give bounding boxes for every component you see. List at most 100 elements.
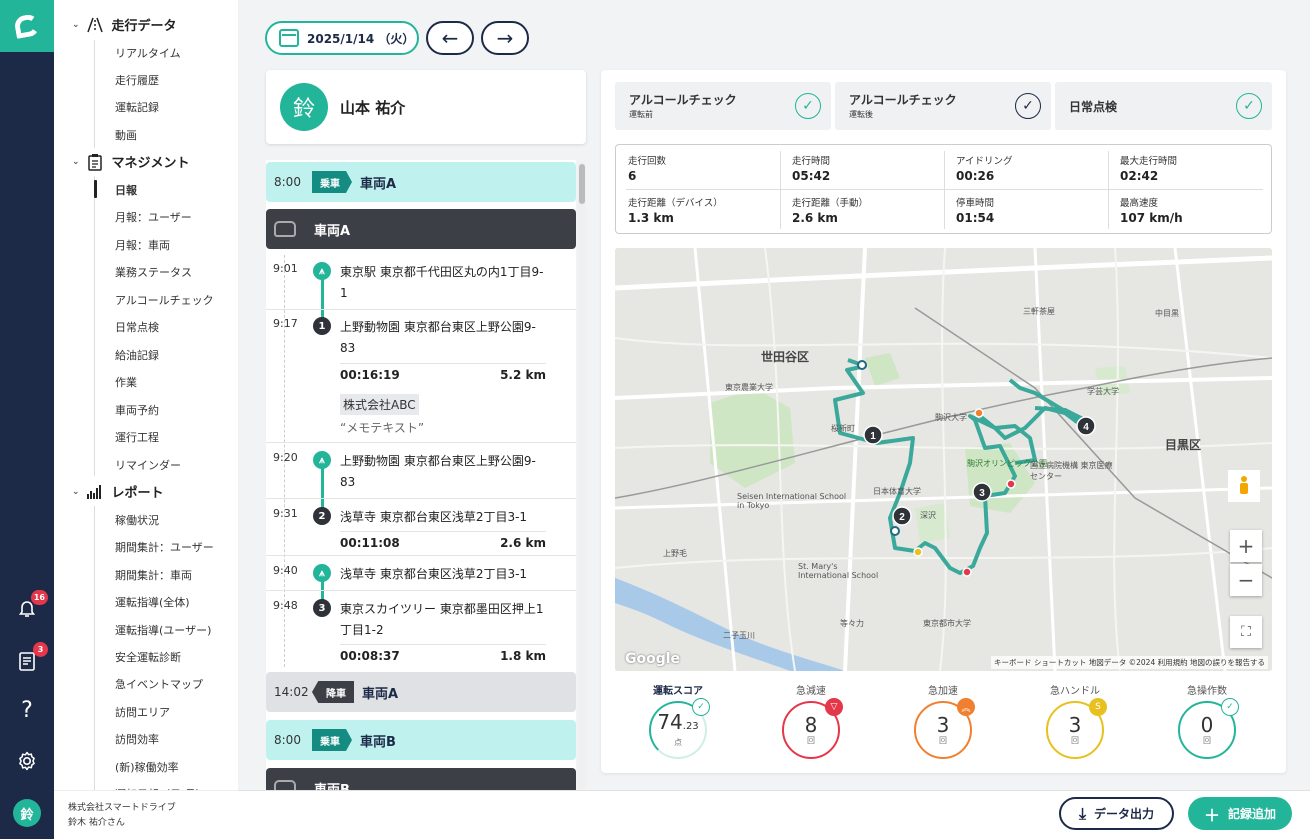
route-marker-2[interactable]: 2	[892, 506, 912, 526]
ride-on-event[interactable]: 8:00 乗車 車両B	[266, 720, 576, 760]
stat-divider	[626, 189, 1263, 190]
nav-item-fuel-record[interactable]: 給油記録	[115, 347, 159, 363]
zoom-in-button[interactable]: +	[1230, 530, 1262, 562]
reports-button[interactable]: 3	[14, 642, 48, 674]
prev-day-button[interactable]: ←	[426, 21, 474, 55]
route-marker-3[interactable]: 3	[972, 482, 992, 502]
app-logo[interactable]	[0, 0, 54, 52]
nav-item-video[interactable]: 動画	[115, 127, 137, 143]
nav-item-guidance-all[interactable]: 運転指導(全体)	[115, 594, 190, 610]
ride-off-tag: 降車	[312, 681, 354, 703]
nav-item-new-utilization[interactable]: (新)稼働効率	[115, 759, 179, 775]
nav-item-safety-diagnosis[interactable]: 安全運転診断	[115, 649, 181, 665]
nav-item-daily-inspection[interactable]: 日常点検	[115, 319, 159, 335]
route-marker-1[interactable]: 1	[863, 425, 883, 445]
score-hard-acceleration[interactable]: 急加速 3 回 ︽	[888, 682, 998, 759]
gear-icon	[19, 751, 35, 771]
user-avatar[interactable]: 鈴	[13, 799, 41, 827]
row-divider	[340, 644, 546, 645]
nav-item-history[interactable]: 走行履歴	[115, 72, 159, 88]
nav-item-daily-report[interactable]: 日報	[115, 182, 137, 198]
download-icon: ⤓	[1078, 803, 1087, 823]
daily-inspection-check[interactable]: 日常点検 ✓	[1055, 82, 1272, 130]
map-attribution[interactable]: キーボード ショートカット 地図データ ©2024 利用規約 地図の誤りを報告す…	[990, 656, 1268, 669]
nav-item-period-user[interactable]: 期間集計：ユーザー	[115, 539, 214, 555]
nav-item-tasks[interactable]: 作業	[115, 374, 137, 390]
next-day-button[interactable]: →	[481, 21, 529, 55]
score-driving[interactable]: 運転スコア 74.23 点 ✓	[623, 682, 733, 759]
date-picker-button[interactable]: 2025/1/14 （火）	[265, 21, 419, 55]
notifications-button[interactable]: 16	[14, 590, 48, 622]
score-unit: 回	[807, 735, 815, 745]
score-ring: 8 回 ▽	[782, 698, 843, 759]
nav-section-reports[interactable]: ⌄ レポート	[72, 482, 164, 501]
steering-icon: S	[1089, 698, 1107, 716]
stop-time: 9:40	[273, 564, 298, 577]
nav-item-monthly-vehicle[interactable]: 月報：車両	[115, 237, 170, 253]
nav-item-event-map[interactable]: 急イベントマップ	[115, 676, 203, 692]
route-map[interactable]: 1 2 3 4 世田谷区 目黒区 駒沢オリンピック公園 国立病院機構 東京医療セ…	[615, 248, 1272, 671]
nav-item-monthly-user[interactable]: 月報：ユーザー	[115, 209, 192, 225]
road-start-icon: ⩚	[313, 262, 331, 280]
driver-avatar: 鈴	[280, 83, 328, 131]
nav-section-label: 走行データ	[111, 19, 177, 34]
settings-button[interactable]	[14, 748, 40, 774]
score-unit: 回	[1203, 735, 1211, 745]
nav-section-label: マネジメント	[111, 156, 190, 171]
nav-divider	[94, 506, 95, 796]
nav-item-guidance-user[interactable]: 運転指導(ユーザー)	[115, 622, 211, 638]
driver-name: 山本 祐介	[340, 98, 406, 117]
vehicle-header[interactable]: 車両A	[266, 209, 576, 249]
map-label: 桜新町	[831, 424, 855, 433]
segment-duration: 00:11:08	[340, 536, 400, 550]
memo-text: “メモテキスト”	[340, 421, 425, 435]
car-icon	[274, 780, 296, 790]
nav-active-indicator	[94, 180, 97, 198]
nav-item-realtime[interactable]: リアルタイム	[115, 45, 181, 61]
nav-item-driving-record[interactable]: 運転記録	[115, 99, 159, 115]
stat-max-speed: 最高速度 107 km/h	[1120, 198, 1183, 225]
export-data-button[interactable]: ⤓ データ出力	[1059, 797, 1174, 830]
score-sudden-operations[interactable]: 急操作数 0 回 ✓	[1152, 682, 1262, 759]
alcohol-check-before[interactable]: アルコールチェック 運転前 ✓	[615, 82, 831, 130]
stat-distance-device: 走行距離（デバイス） 1.3 km	[628, 198, 723, 225]
vehicle-header[interactable]: 車両B	[266, 768, 576, 790]
event-time: 14:02	[274, 685, 309, 699]
vehicle-name: 車両B	[360, 734, 396, 750]
score-label: 急減速	[796, 686, 826, 697]
nav-section-driving-data[interactable]: ⌄ 走行データ	[72, 15, 177, 34]
nav-item-reminder[interactable]: リマインダー	[115, 457, 181, 473]
stop-number-marker: 1	[313, 317, 331, 335]
ride-on-event[interactable]: 8:00 乗車 車両A	[266, 162, 576, 202]
score-ring: 0 回 ✓	[1178, 698, 1239, 759]
alcohol-check-after[interactable]: アルコールチェック 運転後 ✓	[835, 82, 1051, 130]
score-hard-braking[interactable]: 急減速 8 回 ▽	[756, 682, 866, 759]
nav-item-visit-efficiency[interactable]: 訪問効率	[115, 731, 159, 747]
help-button[interactable]: ?	[14, 697, 40, 723]
vehicle-name: 車両A	[362, 686, 399, 702]
nav-item-operation-schedule[interactable]: 運行工程	[115, 429, 159, 445]
route-marker-4[interactable]: 4	[1076, 416, 1096, 436]
nav-item-visit-area[interactable]: 訪問エリア	[115, 704, 170, 720]
segment-distance: 5.2 km	[500, 368, 546, 382]
add-record-button[interactable]: ＋ 記録追加	[1188, 797, 1292, 830]
nav-item-period-vehicle[interactable]: 期間集計：車両	[115, 567, 192, 583]
map-label: 深沢	[920, 511, 936, 520]
ride-off-event[interactable]: 14:02 降車 車両A	[266, 672, 576, 712]
zoom-out-button[interactable]: −	[1230, 564, 1262, 596]
nav-section-management[interactable]: ⌄ マネジメント	[72, 152, 190, 171]
nav-item-utilization[interactable]: 稼働状況	[115, 512, 159, 528]
segment-stats: 00:16:19 5.2 km	[340, 368, 546, 382]
nav-item-alcohol-check[interactable]: アルコールチェック	[115, 292, 214, 308]
add-label: 記録追加	[1228, 807, 1277, 821]
help-icon: ?	[21, 697, 33, 723]
road-icon	[86, 16, 104, 34]
timeline-scrollbar[interactable]	[578, 162, 586, 790]
nav-item-work-status[interactable]: 業務ステータス	[115, 264, 192, 280]
map-label: 目黒区	[1165, 438, 1202, 452]
fullscreen-button[interactable]: ⛶	[1230, 616, 1262, 648]
bar-chart-icon	[86, 483, 104, 501]
score-hard-steering[interactable]: 急ハンドル 3 回 S	[1020, 682, 1130, 759]
nav-item-vehicle-reservation[interactable]: 車両予約	[115, 402, 159, 418]
scrollbar-thumb[interactable]	[579, 164, 585, 204]
